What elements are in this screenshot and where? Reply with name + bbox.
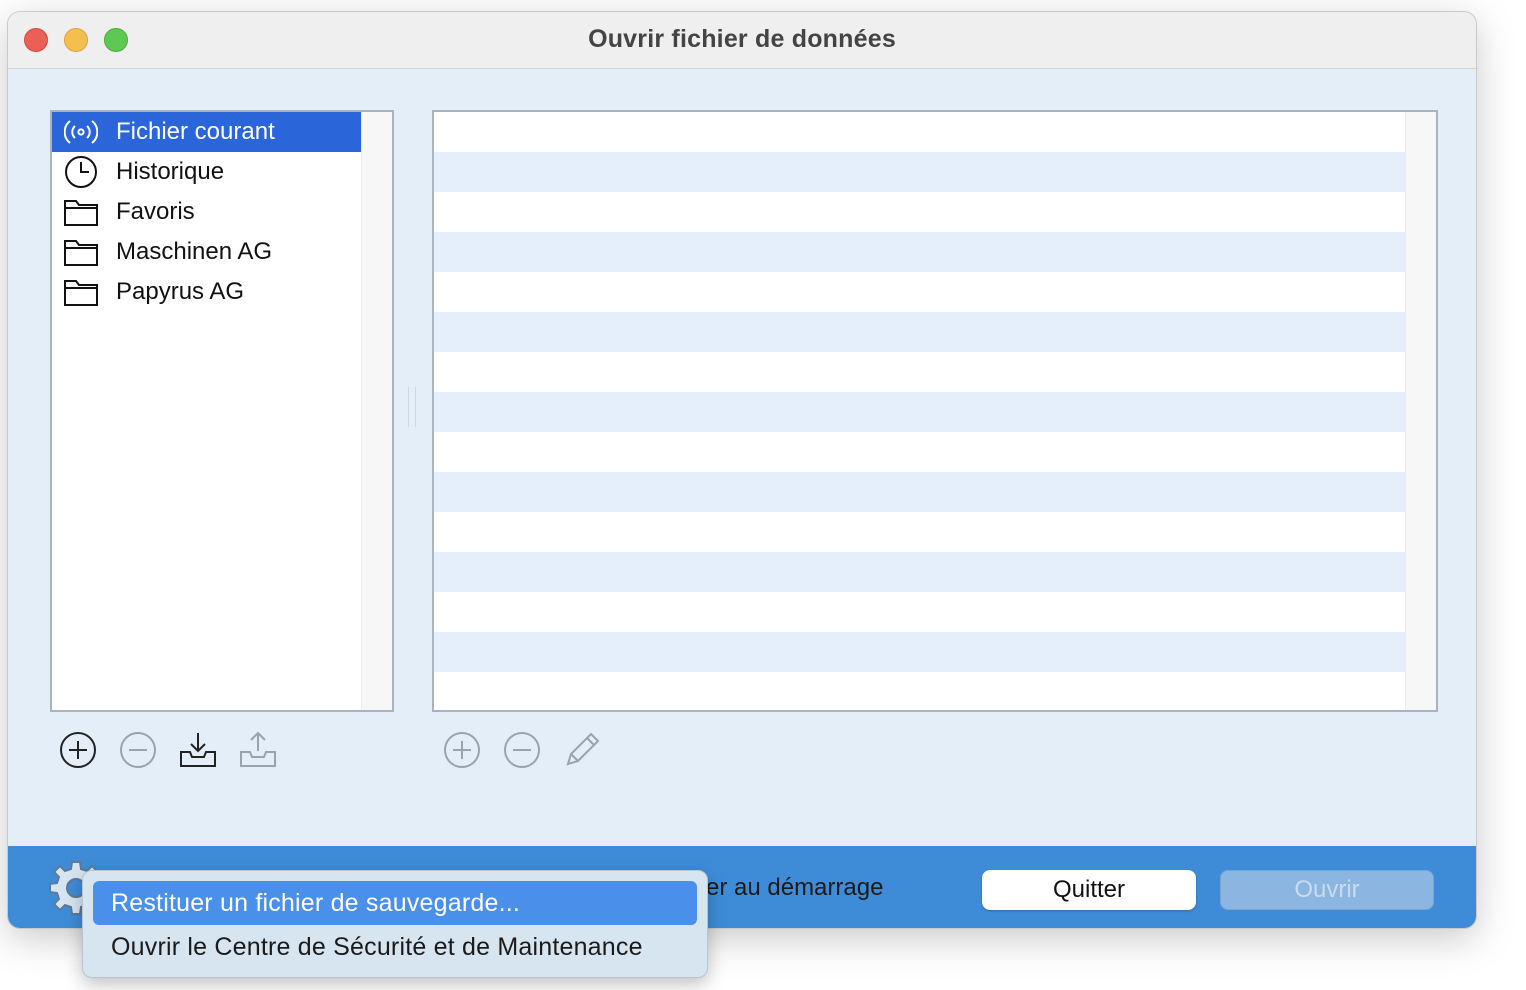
- window-title: Ouvrir fichier de données: [588, 25, 896, 53]
- folder-icon: [64, 235, 98, 269]
- remove-location-button[interactable]: [118, 730, 158, 770]
- remove-icon: [504, 732, 540, 768]
- table-row: [434, 552, 1408, 592]
- folder-icon: [64, 275, 98, 309]
- remove-icon: [120, 732, 156, 768]
- clock-icon: [64, 155, 98, 189]
- table-row: [434, 632, 1408, 672]
- sidebar-scrollbar[interactable]: [361, 112, 392, 710]
- sidebar-item-papyrus-ag[interactable]: Papyrus AG: [52, 272, 364, 312]
- add-icon: [444, 732, 480, 768]
- add-location-button[interactable]: [58, 730, 98, 770]
- table-row: [434, 352, 1408, 392]
- add-file-button[interactable]: [442, 730, 482, 770]
- import-icon: [180, 733, 216, 767]
- sidebar-item-history[interactable]: Historique: [52, 152, 364, 192]
- table-row: [434, 232, 1408, 272]
- table-row: [434, 272, 1408, 312]
- quit-button[interactable]: Quitter: [982, 870, 1196, 910]
- pencil-icon: [566, 732, 600, 766]
- edit-file-button[interactable]: [562, 730, 602, 770]
- add-icon: [60, 732, 96, 768]
- file-list-scrollbar[interactable]: [1405, 112, 1436, 710]
- sidebar-item-label: Fichier courant: [116, 118, 275, 145]
- table-row: [434, 112, 1408, 152]
- table-row: [434, 472, 1408, 512]
- sidebar-item-label: Maschinen AG: [116, 238, 273, 265]
- open-button[interactable]: Ouvrir: [1220, 870, 1434, 910]
- broadcast-icon: [64, 115, 98, 149]
- sidebar-item-label: Papyrus AG: [116, 278, 245, 305]
- export-icon: [240, 731, 276, 767]
- table-row: [434, 392, 1408, 432]
- file-list[interactable]: [432, 110, 1438, 712]
- title-bar: Ouvrir fichier de données: [8, 12, 1476, 69]
- folder-icon: [64, 195, 98, 229]
- table-row: [434, 432, 1408, 472]
- table-row: [434, 592, 1408, 632]
- table-row: [434, 672, 1408, 710]
- sidebar-list[interactable]: Fichier courant Historique Favoris Masch…: [50, 110, 394, 712]
- split-view-handle[interactable]: [408, 387, 416, 427]
- menu-item-restore-backup[interactable]: Restituer un fichier de sauvegarde...: [93, 881, 697, 925]
- sidebar-item-label: Favoris: [116, 198, 195, 225]
- sidebar-item-maschinen-ag[interactable]: Maschinen AG: [52, 232, 364, 272]
- sidebar-item-favorites[interactable]: Favoris: [52, 192, 364, 232]
- gear-popup-menu: Restituer un fichier de sauvegarde... Ou…: [82, 870, 708, 978]
- import-button[interactable]: [178, 730, 218, 770]
- table-row: [434, 192, 1408, 232]
- table-row: [434, 312, 1408, 352]
- startup-option-label: er au démarrage: [706, 874, 884, 901]
- open-data-file-window: Ouvrir fichier de données Fichier couran…: [8, 12, 1476, 928]
- sidebar-item-label: Historique: [116, 158, 225, 185]
- export-button[interactable]: [238, 730, 278, 770]
- menu-item-open-security-center[interactable]: Ouvrir le Centre de Sécurité et de Maint…: [93, 925, 697, 969]
- table-row: [434, 512, 1408, 552]
- remove-file-button[interactable]: [502, 730, 542, 770]
- sidebar-item-current-file[interactable]: Fichier courant: [52, 112, 364, 152]
- table-row: [434, 152, 1408, 192]
- file-list-rows: [434, 112, 1408, 710]
